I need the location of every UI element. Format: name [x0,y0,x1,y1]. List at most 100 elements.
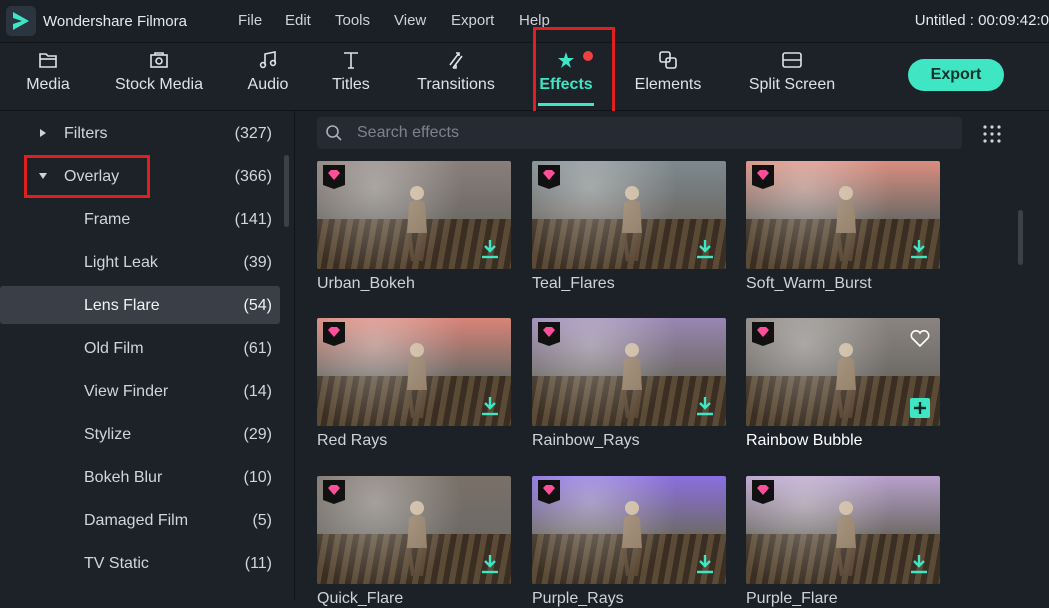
effect-thumbnail[interactable] [746,476,940,584]
category-name: Filters [64,125,108,142]
effect-thumbnail[interactable] [532,318,726,426]
category-name: Bokeh Blur [84,469,163,486]
music-note-icon [259,51,277,69]
category-name: Old Film [84,340,144,357]
category-count: (10) [243,469,272,486]
download-icon[interactable] [910,554,928,574]
text-t-icon [344,52,358,69]
premium-badge-icon [538,480,560,504]
folder-icon [39,53,57,68]
download-icon[interactable] [481,239,499,259]
subcategory-tv-static[interactable]: TV Static (11) [0,544,280,582]
effect-name: Rainbow_Rays [532,432,640,449]
premium-badge-icon [752,480,774,504]
effect-name: Quick_Flare [317,590,404,607]
menu-view[interactable]: View [394,12,426,29]
menu-file[interactable]: File [238,12,262,29]
menu-export[interactable]: Export [451,12,494,29]
category-count: (29) [243,426,272,443]
effect-thumbnail[interactable] [317,161,511,269]
effect-thumbnail[interactable] [746,161,940,269]
effects-highlight-box [533,27,615,114]
overlay-highlight-box [24,155,150,198]
effect-name: Rainbow Bubble [746,432,863,449]
sidebar-scrollbar[interactable] [284,155,289,227]
title-bar: Wondershare Filmora File Edit Tools View… [0,0,1049,43]
tab-titles[interactable]: Titles [326,43,376,111]
category-filters[interactable]: Filters (327) [0,114,280,152]
menu-edit[interactable]: Edit [285,12,311,29]
filmora-logo-icon [6,6,36,36]
premium-badge-icon [538,322,560,346]
search-icon [326,125,342,141]
subcategory-view-finder[interactable]: View Finder (14) [0,372,280,410]
subcategory-damaged-film[interactable]: Damaged Film (5) [0,501,280,539]
category-name: View Finder [84,383,169,400]
effect-thumbnail[interactable] [532,476,726,584]
download-icon[interactable] [481,396,499,416]
tab-audio[interactable]: Audio [240,43,296,111]
favorite-heart-icon[interactable] [910,330,930,348]
transitions-icon [449,52,463,69]
project-title-timecode: Untitled : 00:09:42:0 [914,12,1049,29]
subcategory-old-film[interactable]: Old Film (61) [0,329,280,367]
tab-elements[interactable]: Elements [632,43,704,111]
content-scrollbar[interactable] [1018,210,1023,265]
search-bar [317,117,962,149]
grid-view-icon[interactable] [982,124,1002,144]
tab-label: Elements [634,76,702,93]
effect-thumbnail[interactable] [317,318,511,426]
tab-split-screen[interactable]: Split Screen [744,43,840,111]
category-name: Frame [84,211,131,228]
subcategory-lens-flare[interactable]: Lens Flare (54) [0,286,280,324]
caret-right-icon [40,129,46,137]
category-name: TV Static [84,555,149,572]
tab-transitions[interactable]: Transitions [412,43,500,111]
category-count: (61) [243,340,272,357]
tab-label: Audio [247,76,289,93]
split-screen-icon [782,52,802,68]
download-icon[interactable] [910,239,928,259]
category-count: (54) [243,297,272,314]
effect-name: Soft_Warm_Burst [746,275,872,292]
subcategory-light-leak[interactable]: Light Leak (39) [0,243,280,281]
menu-tools[interactable]: Tools [335,12,370,29]
download-icon[interactable] [696,239,714,259]
premium-badge-icon [538,165,560,189]
premium-badge-icon [752,322,774,346]
tab-label: Split Screen [748,76,836,93]
search-input[interactable] [357,117,947,149]
effect-thumbnail[interactable] [746,318,940,426]
download-icon[interactable] [696,554,714,574]
tab-media[interactable]: Media [18,43,78,111]
category-count: (141) [234,211,272,228]
premium-badge-icon [323,322,345,346]
subcategory-bokeh-blur[interactable]: Bokeh Blur (10) [0,458,280,496]
tab-stock-media[interactable]: Stock Media [112,43,206,111]
category-name: Stylize [84,426,132,443]
category-count: (5) [252,512,272,529]
export-button[interactable]: Export [908,59,1004,91]
tab-label: Media [26,76,70,93]
effect-thumbnail[interactable] [532,161,726,269]
subcategory-stylize[interactable]: Stylize (29) [0,415,280,453]
download-icon[interactable] [696,396,714,416]
app-name: Wondershare Filmora [43,13,187,30]
category-name: Damaged Film [84,512,189,529]
effect-name: Teal_Flares [532,275,615,292]
subcategory-frame[interactable]: Frame (141) [0,200,280,238]
add-effect-icon[interactable] [910,398,930,418]
category-count: (327) [234,125,272,142]
effect-name: Urban_Bokeh [317,275,415,292]
premium-badge-icon [323,165,345,189]
download-icon[interactable] [481,554,499,574]
tab-label: Stock Media [114,76,204,93]
category-count: (39) [243,254,272,271]
effect-name: Red Rays [317,432,388,449]
premium-badge-icon [323,480,345,504]
category-count: (14) [243,383,272,400]
category-count: (11) [244,555,272,572]
category-name: Lens Flare [84,297,160,314]
effect-thumbnail[interactable] [317,476,511,584]
main-toolbar: Media Stock Media Audio Titles Transitio… [0,43,1049,111]
